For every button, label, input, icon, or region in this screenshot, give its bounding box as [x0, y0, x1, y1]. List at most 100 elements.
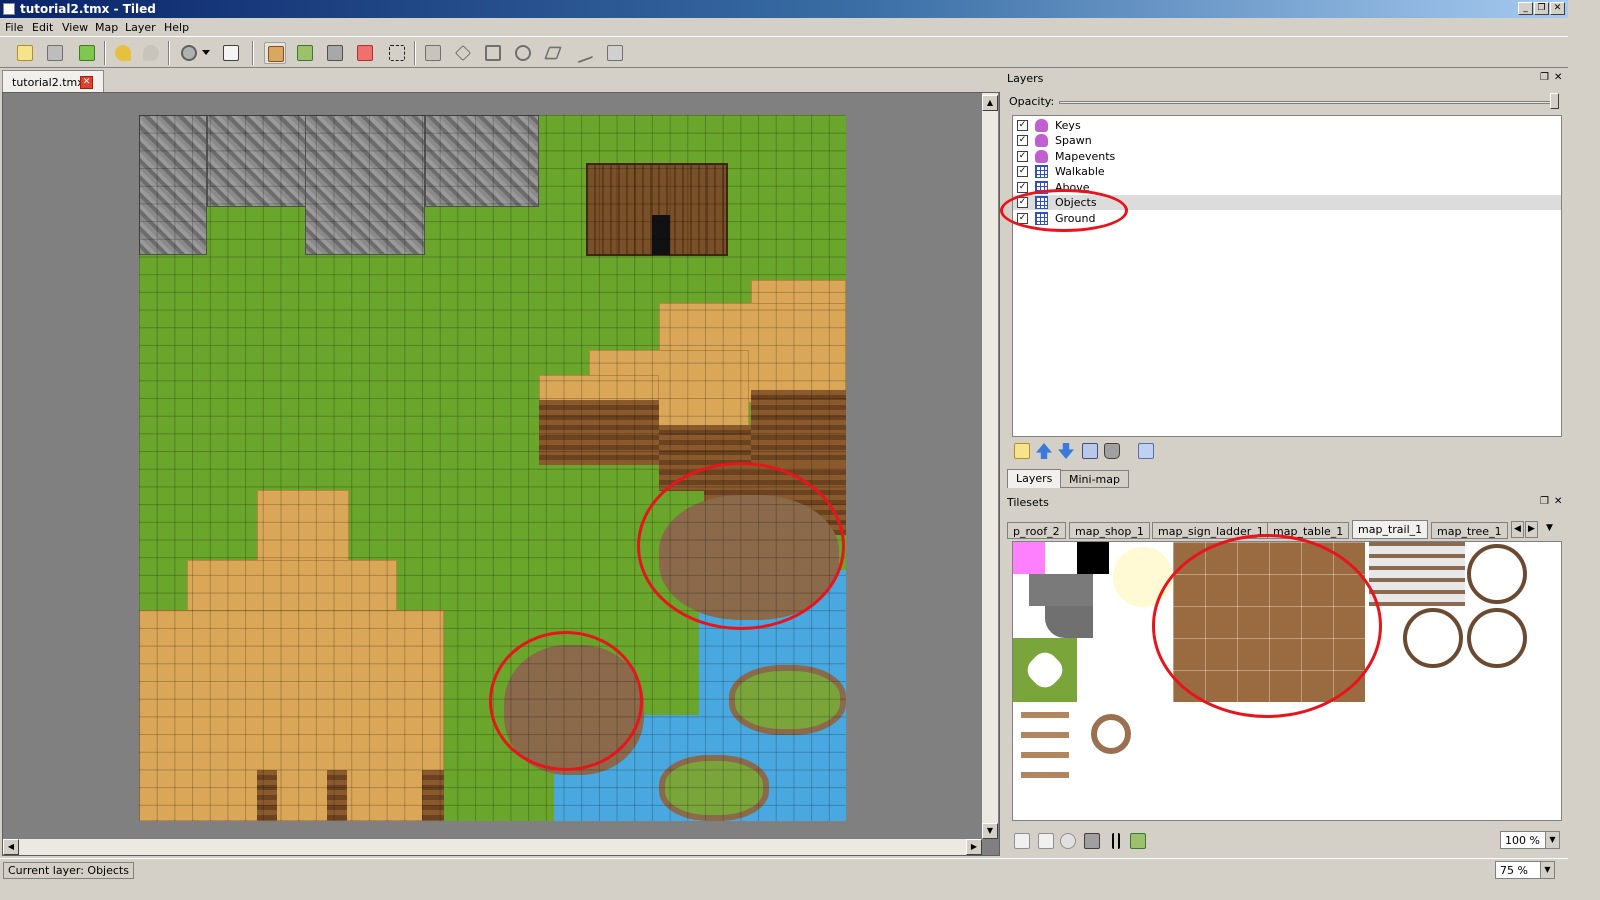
layer-list: ✓ Keys ✓ Spawn ✓ Mapevents ✓ Walkable ✓ Above…	[1012, 115, 1562, 437]
move-layer-down-icon[interactable]	[1058, 443, 1074, 459]
tileset-tab[interactable]: p_roof_2	[1007, 522, 1066, 539]
scroll-left-arrow-icon[interactable]: ◀	[3, 839, 19, 855]
layer-row-keys[interactable]: ✓ Keys	[1013, 118, 1561, 133]
command-icon[interactable]	[178, 42, 200, 64]
rectangle-select-icon[interactable]	[386, 42, 408, 64]
menu-map[interactable]: Map	[95, 21, 118, 34]
close-button[interactable]: ✕	[1550, 2, 1565, 15]
layer-row-walkable[interactable]: ✓ Walkable	[1013, 164, 1561, 179]
menu-layer[interactable]: Layer	[125, 21, 156, 34]
object-layer-icon	[1035, 150, 1048, 163]
toggle-other-layers-icon[interactable]	[1138, 443, 1154, 459]
bucket-fill-icon[interactable]	[324, 42, 346, 64]
tileset-tile[interactable]	[1467, 608, 1527, 668]
random-dice-icon[interactable]	[220, 42, 242, 64]
close-panel-icon[interactable]: ✕	[1554, 72, 1562, 83]
open-file-icon[interactable]	[44, 42, 66, 64]
tileset-menu-icon[interactable]: ▼	[1543, 521, 1556, 538]
tab-mini-map[interactable]: Mini-map	[1060, 470, 1129, 488]
tileset-prev-icon[interactable]: ◀	[1511, 521, 1524, 538]
tileset-tile[interactable]	[1467, 544, 1527, 604]
tileset-tile[interactable]	[1045, 606, 1093, 638]
red-annotation-circle	[637, 462, 845, 630]
tilesets-panel: Tilesets ❐ ✕ p_roof_2 map_shop_1 map_sig…	[1005, 494, 1568, 856]
tiled-window: tutorial2.tmx - Tiled _ ❐ ✕ File Edit Vi…	[0, 0, 1568, 881]
terrain-brush-icon[interactable]	[294, 42, 316, 64]
insert-tile-icon[interactable]	[604, 42, 626, 64]
restore-button[interactable]: ❐	[1534, 2, 1549, 15]
scroll-up-arrow-icon[interactable]: ▲	[982, 95, 998, 111]
chevron-down-icon[interactable]: ▼	[1545, 832, 1559, 848]
chevron-down-icon[interactable]: ▼	[1540, 862, 1554, 878]
float-panel-icon[interactable]: ❐	[1540, 496, 1549, 507]
layer-row-mapevents[interactable]: ✓ Mapevents	[1013, 149, 1561, 164]
tileset-tile[interactable]	[1013, 638, 1077, 702]
edit-terrain-icon[interactable]	[1130, 833, 1146, 849]
visibility-checkbox[interactable]: ✓	[1017, 166, 1028, 177]
export-tileset-icon[interactable]	[1060, 833, 1076, 849]
undo-icon[interactable]	[112, 42, 134, 64]
minimize-button[interactable]: _	[1518, 2, 1533, 15]
delete-layer-icon[interactable]	[1104, 443, 1120, 459]
tileset-tile[interactable]	[1021, 712, 1069, 792]
duplicate-layer-icon[interactable]	[1082, 443, 1098, 459]
tileset-tile[interactable]	[1091, 714, 1131, 754]
stamp-brush-icon[interactable]	[264, 42, 286, 64]
red-annotation-circle	[489, 631, 643, 771]
close-document-icon[interactable]: ✕	[80, 76, 93, 89]
current-layer-status: Current layer: Objects	[3, 862, 134, 879]
opacity-slider[interactable]	[1059, 101, 1559, 104]
remove-tileset-icon[interactable]	[1084, 833, 1100, 849]
tab-layers[interactable]: Layers	[1007, 469, 1062, 488]
menu-edit[interactable]: Edit	[32, 21, 53, 34]
menu-bar: File Edit View Map Layer Help	[0, 18, 1568, 36]
tileset-tile[interactable]	[1403, 608, 1463, 668]
insert-ellipse-icon[interactable]	[512, 42, 534, 64]
tileset-tab[interactable]: map_shop_1	[1069, 522, 1150, 539]
select-objects-icon[interactable]	[422, 42, 444, 64]
new-map-icon[interactable]	[14, 42, 36, 64]
dropdown-arrow-icon[interactable]	[200, 42, 212, 64]
tileset-tile[interactable]	[1029, 574, 1093, 606]
close-panel-icon[interactable]: ✕	[1554, 496, 1562, 507]
map-vertical-scrollbar[interactable]: ▲ ▼	[982, 93, 998, 839]
visibility-checkbox[interactable]: ✓	[1017, 135, 1028, 146]
add-layer-icon[interactable]	[1014, 443, 1030, 459]
move-layer-up-icon[interactable]	[1036, 443, 1052, 459]
menu-view[interactable]: View	[62, 21, 88, 34]
new-tileset-icon[interactable]	[1014, 833, 1030, 849]
insert-polygon-icon[interactable]	[542, 42, 564, 64]
tileset-tile[interactable]	[1077, 542, 1109, 574]
document-tab-label: tutorial2.tmx	[12, 76, 84, 89]
edit-polygon-icon[interactable]	[452, 42, 474, 64]
menu-help[interactable]: Help	[164, 21, 189, 34]
redo-icon[interactable]	[140, 42, 162, 64]
object-layer-icon	[1035, 119, 1048, 132]
scroll-down-arrow-icon[interactable]: ▼	[982, 823, 998, 839]
map-horizontal-scrollbar[interactable]: ◀ ▶	[3, 839, 982, 855]
float-panel-icon[interactable]: ❐	[1540, 72, 1549, 83]
tileset-tab[interactable]: map_tree_1	[1431, 522, 1508, 539]
scroll-right-arrow-icon[interactable]: ▶	[966, 839, 982, 855]
save-file-icon[interactable]	[76, 42, 98, 64]
visibility-checkbox[interactable]: ✓	[1017, 151, 1028, 162]
tileset-tile[interactable]	[1369, 542, 1465, 606]
map-zoom-select[interactable]: 75 % ▼	[1495, 861, 1555, 879]
layer-row-spawn[interactable]: ✓ Spawn	[1013, 133, 1561, 148]
insert-polyline-icon[interactable]	[572, 42, 594, 64]
import-tileset-icon[interactable]	[1038, 833, 1054, 849]
main-toolbar	[0, 36, 1568, 68]
document-tab[interactable]: tutorial2.tmx ✕	[2, 70, 104, 92]
tileset-properties-icon[interactable]	[1112, 833, 1120, 849]
tileset-next-icon[interactable]: ▶	[1525, 521, 1538, 538]
eraser-icon[interactable]	[354, 42, 376, 64]
menu-file[interactable]: File	[5, 21, 23, 34]
tileset-tile[interactable]	[1013, 542, 1045, 574]
tileset-tab-active[interactable]: map_trail_1	[1352, 520, 1429, 539]
visibility-checkbox[interactable]: ✓	[1017, 120, 1028, 131]
insert-rectangle-icon[interactable]	[482, 42, 504, 64]
visibility-checkbox[interactable]: ✓	[1017, 182, 1028, 193]
layer-name: Keys	[1055, 119, 1081, 132]
tileset-zoom-select[interactable]: 100 % ▼	[1500, 831, 1560, 849]
opacity-slider-handle[interactable]	[1550, 93, 1559, 109]
